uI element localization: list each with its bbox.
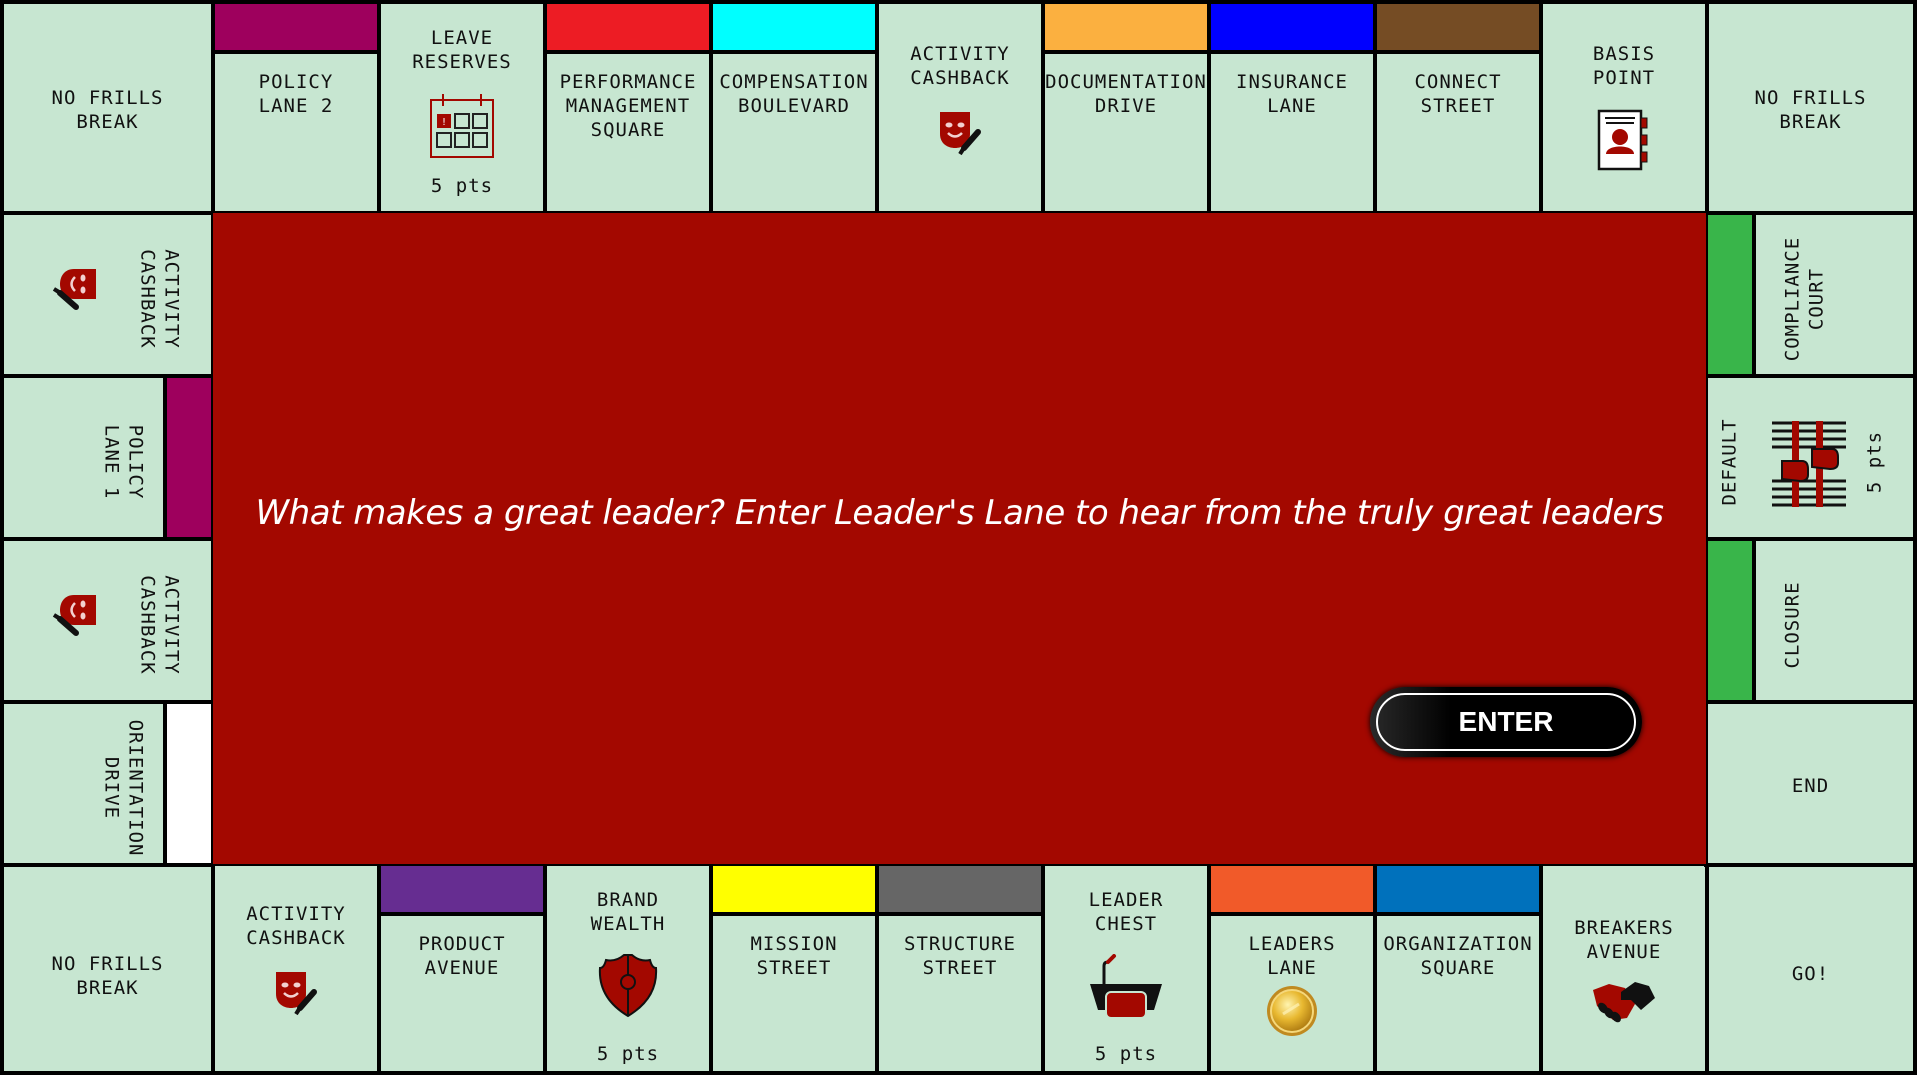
color-strip: [163, 378, 211, 537]
color-strip: [1377, 866, 1539, 916]
color-strip: [1377, 4, 1539, 54]
gold-coin-icon: [1265, 984, 1319, 1042]
space-label: END: [1791, 774, 1830, 797]
board-space-insurance-lane[interactable]: INSURANCE LANE: [1207, 0, 1377, 215]
board-space-activity-cashback[interactable]: ACTIVITY CASHBACK: [0, 211, 215, 378]
board-space-connect-street[interactable]: CONNECT STREET: [1373, 0, 1543, 215]
board-space-activity-cashback[interactable]: ACTIVITY CASHBACK: [0, 537, 215, 704]
space-label: BREAKERS AVENUE: [1574, 917, 1674, 963]
corner-label: GO!: [1791, 963, 1830, 985]
jail-icon: [1766, 420, 1856, 507]
board-space-product-avenue[interactable]: PRODUCT AVENUE: [377, 862, 547, 1075]
board-space-documentation-drive[interactable]: DOCUMENTATION DRIVE: [1041, 0, 1211, 215]
theater-mask-icon: [272, 968, 320, 1020]
enter-button[interactable]: ENTER: [1370, 687, 1642, 757]
space-label: BASIS POINT: [1592, 43, 1656, 89]
color-strip: [879, 866, 1041, 916]
theater-mask-icon: [48, 591, 100, 639]
board-space-brand-wealth[interactable]: BRAND WEALTH 5 pts: [543, 862, 713, 1075]
corner-label: NO FRILLS BREAK: [51, 87, 164, 133]
space-label: DEFAULT: [1718, 417, 1740, 506]
space-label: DOCUMENTATION DRIVE: [1045, 71, 1207, 117]
board-space-leaders-lane[interactable]: LEADERS LANE: [1207, 862, 1377, 1075]
calendar-icon: !: [428, 92, 496, 164]
points-label: 5 pts: [596, 1043, 660, 1065]
space-label: POLICY LANE 1: [100, 424, 146, 499]
color-strip: [1708, 215, 1756, 374]
board-space-policy-lane-2[interactable]: POLICY LANE 2: [211, 0, 381, 215]
space-label: BRAND WEALTH: [590, 889, 666, 935]
board-center: What makes a great leader? Enter Leader'…: [213, 213, 1706, 864]
space-label: CLOSURE: [1781, 580, 1803, 669]
address-book-icon: [1596, 108, 1652, 176]
points-label: 5 pts: [1094, 1043, 1158, 1065]
space-label: COMPENSATION BOULEVARD: [719, 71, 869, 117]
board-space-organization-square[interactable]: ORGANIZATION SQUARE: [1373, 862, 1543, 1075]
space-label: LEADER CHEST: [1088, 889, 1164, 935]
space-label: LEAVE RESERVES: [412, 27, 512, 73]
board-space-breakers-avenue[interactable]: BREAKERS AVENUE: [1539, 862, 1709, 1075]
space-label: MISSION STREET: [750, 933, 838, 979]
color-strip: [547, 4, 709, 54]
board-space-leader-chest[interactable]: LEADER CHEST 5 pts: [1041, 862, 1211, 1075]
theater-mask-icon: [936, 108, 984, 160]
space-label: ORIENTATION DRIVE: [100, 719, 146, 856]
color-strip: [163, 704, 211, 863]
space-label: POLICY LANE 2: [258, 71, 334, 117]
color-strip: [713, 866, 875, 916]
space-label: ACTIVITY CASHBACK: [136, 248, 182, 349]
corner-bottom-left[interactable]: NO FRILLS BREAK: [0, 862, 215, 1075]
corner-top-right[interactable]: NO FRILLS BREAK: [1704, 0, 1917, 215]
theater-mask-icon: [48, 265, 100, 313]
podium-icon: [1088, 954, 1164, 1024]
board-space-performance-management-square[interactable]: PERFORMANCE MANAGEMENT SQUARE: [543, 0, 713, 215]
board-space-orientation-drive[interactable]: ORIENTATION DRIVE: [0, 700, 215, 867]
board-space-leave-reserves[interactable]: LEAVE RESERVES! 5 pts: [377, 0, 547, 215]
color-strip: [1708, 541, 1756, 700]
board-space-activity-cashback[interactable]: ACTIVITY CASHBACK: [875, 0, 1045, 215]
corner-label: NO FRILLS BREAK: [51, 953, 164, 999]
color-strip: [1211, 4, 1373, 54]
board-space-default[interactable]: DEFAULT 5 pts: [1704, 374, 1917, 541]
space-label: ORGANIZATION SQUARE: [1383, 933, 1533, 979]
board-space-mission-street[interactable]: MISSION STREET: [709, 862, 879, 1075]
center-message: What makes a great leader? Enter Leader'…: [255, 493, 1664, 533]
space-label: STRUCTURE STREET: [904, 933, 1016, 979]
board-space-compliance-court[interactable]: COMPLIANCE COURT: [1704, 211, 1917, 378]
color-strip: [713, 4, 875, 54]
points-label: 5 pts: [430, 175, 494, 197]
color-strip: [1211, 866, 1373, 916]
space-label: COMPLIANCE COURT: [1781, 236, 1827, 361]
board-space-policy-lane-1[interactable]: POLICY LANE 1: [0, 374, 215, 541]
corner-go[interactable]: GO!: [1704, 862, 1917, 1075]
points-label: 5 pts: [1863, 430, 1885, 493]
corner-top-left[interactable]: NO FRILLS BREAK: [0, 0, 215, 215]
space-label: LEADERS LANE: [1248, 933, 1336, 979]
board-space-end[interactable]: END: [1704, 700, 1917, 867]
space-label: CONNECT STREET: [1414, 71, 1502, 117]
color-strip: [381, 866, 543, 916]
space-label: INSURANCE LANE: [1236, 71, 1348, 117]
board-space-structure-street[interactable]: STRUCTURE STREET: [875, 862, 1045, 1075]
board-space-closure[interactable]: CLOSURE: [1704, 537, 1917, 704]
color-strip: [215, 4, 377, 54]
board-space-basis-point[interactable]: BASIS POINT: [1539, 0, 1709, 215]
enter-button-label: ENTER: [1458, 706, 1554, 737]
space-label: PERFORMANCE MANAGEMENT SQUARE: [559, 71, 697, 141]
space-label: ACTIVITY CASHBACK: [136, 574, 182, 675]
color-strip: [1045, 4, 1207, 54]
board-space-activity-cashback[interactable]: ACTIVITY CASHBACK: [211, 862, 381, 1075]
space-label: ACTIVITY CASHBACK: [910, 43, 1010, 89]
svg-text:!: !: [442, 117, 446, 128]
board-space-compensation-boulevard[interactable]: COMPENSATION BOULEVARD: [709, 0, 879, 215]
shield-icon: [598, 954, 658, 1022]
handshake-icon: [1591, 978, 1657, 1028]
space-label: PRODUCT AVENUE: [418, 933, 506, 979]
space-label: ACTIVITY CASHBACK: [246, 903, 346, 949]
corner-label: NO FRILLS BREAK: [1754, 87, 1867, 133]
